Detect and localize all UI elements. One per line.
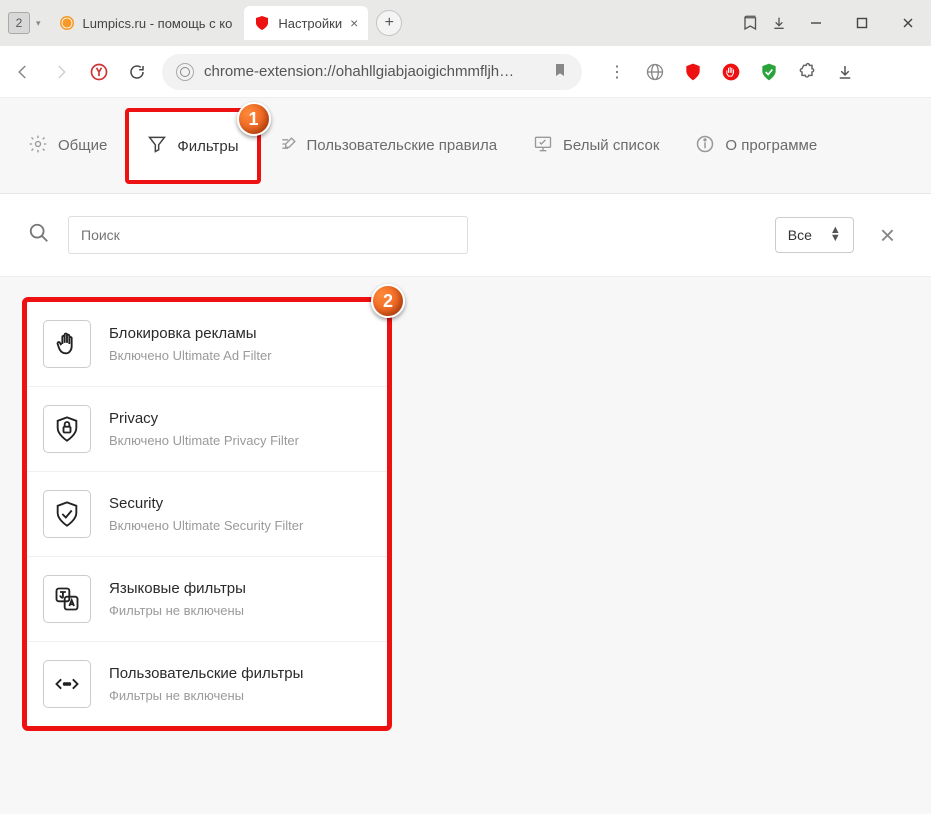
new-tab-button[interactable]: + [376,10,402,36]
download-arrow-icon[interactable] [834,61,856,83]
filter-title: Security [109,495,303,512]
callout-badge-2: 2 [371,284,405,318]
window-minimize-button[interactable] [793,0,839,46]
filter-sub: Включено Ultimate Security Filter [109,518,303,533]
downloads-arrow-icon[interactable] [765,9,793,37]
language-icon [43,575,91,623]
browser-tab-settings[interactable]: Настройки × [244,6,368,40]
site-identity-icon [176,63,194,81]
menu-dots-icon[interactable]: ⋮ [606,61,628,83]
filter-row-custom[interactable]: Пользовательские фильтры Фильтры не вклю… [27,642,387,726]
hand-stop-icon [43,320,91,368]
bookmark-star-icon[interactable] [552,62,568,82]
window-titlebar: 2 ▾ Lumpics.ru - помощь с ко Настройки ×… [0,0,931,46]
tab-label: Фильтры [177,138,238,155]
filter-title: Языковые фильтры [109,580,246,597]
favicon-orange-icon [59,15,75,31]
favicon-shield-icon [254,15,270,31]
tab-label: О программе [725,137,817,154]
tab-whitelist[interactable]: Белый список [515,98,677,193]
filter-title: Privacy [109,410,299,427]
dropdown-value: Все [788,227,812,243]
filter-sub: Фильтры не включены [109,603,246,618]
tab-label: Настройки [278,16,342,31]
info-icon [695,134,715,158]
tab-label: Lumpics.ru - помощь с ко [83,16,233,31]
tab-general[interactable]: Общие [10,98,125,193]
filter-row-language[interactable]: Языковые фильтры Фильтры не включены [27,557,387,642]
yandex-home-button[interactable] [86,59,112,85]
search-icon [28,222,50,249]
stop-hand-icon[interactable] [720,61,742,83]
nav-forward-button [48,59,74,85]
chevron-down-icon[interactable]: ▾ [36,18,41,29]
address-toolbar: chrome-extension://ohahllgiabjaoigichmmf… [0,46,931,98]
gear-icon [28,134,48,158]
lock-shield-icon [43,405,91,453]
nav-back-button[interactable] [10,59,36,85]
tab-count-badge[interactable]: 2 [8,12,30,34]
code-dots-icon [43,660,91,708]
url-text: chrome-extension://ohahllgiabjaoigichmmf… [204,63,514,80]
search-bar: Все ▲▼ × [0,194,931,277]
reload-button[interactable] [124,59,150,85]
tab-label: Пользовательские правила [307,137,498,155]
filter-sub: Включено Ultimate Privacy Filter [109,433,299,448]
tab-filters[interactable]: Фильтры 1 [125,108,260,184]
green-shield-check-icon[interactable] [758,61,780,83]
filter-title: Блокировка рекламы [109,325,272,342]
filter-row-security[interactable]: Security Включено Ultimate Security Filt… [27,472,387,557]
filter-row-privacy[interactable]: Privacy Включено Ultimate Privacy Filter [27,387,387,472]
pencil-list-icon [279,134,299,158]
sort-updown-icon: ▲▼ [830,227,841,242]
globe-icon[interactable] [644,61,666,83]
filter-categories-list: 2 Блокировка рекламы Включено Ultimate A… [22,297,392,731]
funnel-icon [147,134,167,158]
tab-label: Общие [58,137,107,154]
filter-title: Пользовательские фильтры [109,665,303,682]
address-bar[interactable]: chrome-extension://ohahllgiabjaoigichmmf… [162,54,582,90]
settings-page: Общие Фильтры 1 Пользовательские правила… [0,98,931,814]
filter-dropdown[interactable]: Все ▲▼ [775,217,854,253]
tab-label: Белый список [563,137,659,154]
tab-about[interactable]: О программе [677,98,835,193]
extension-puzzle-icon[interactable] [796,61,818,83]
monitor-check-icon [533,134,553,158]
settings-tabs: Общие Фильтры 1 Пользовательские правила… [0,98,931,194]
tab-close-icon[interactable]: × [350,15,358,31]
clear-search-button[interactable]: × [872,220,903,251]
window-maximize-button[interactable] [839,0,885,46]
filter-row-adblock[interactable]: Блокировка рекламы Включено Ultimate Ad … [27,302,387,387]
shield-check-icon [43,490,91,538]
adblock-red-shield-icon[interactable] [682,61,704,83]
window-close-button[interactable] [885,0,931,46]
tab-user-rules[interactable]: Пользовательские правила [261,98,516,193]
filter-sub: Фильтры не включены [109,688,303,703]
bookmarks-icon[interactable] [737,9,765,37]
search-input[interactable] [68,216,468,254]
browser-tab-lumpics[interactable]: Lumpics.ru - помощь с ко [49,6,243,40]
filter-sub: Включено Ultimate Ad Filter [109,348,272,363]
